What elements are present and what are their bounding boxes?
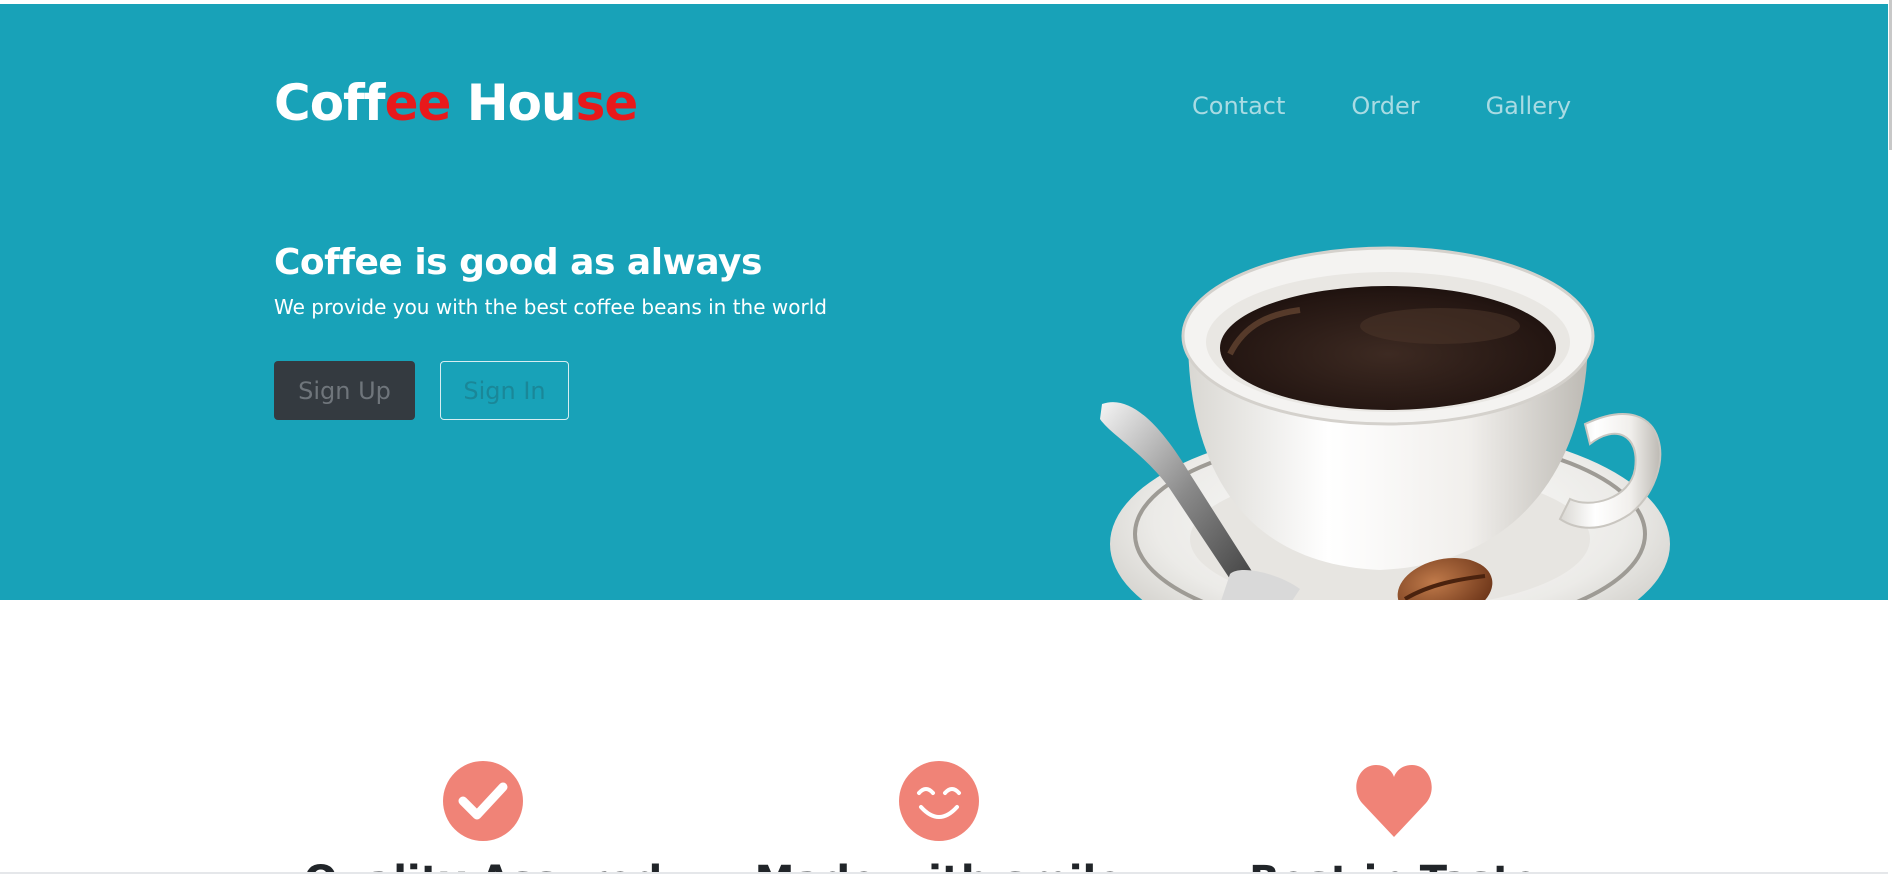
sign-in-button[interactable]: Sign In (440, 361, 569, 420)
brand-part-2: ee (384, 74, 452, 132)
brand-part-1: Coff (274, 74, 386, 132)
brand-part-4: se (575, 74, 639, 132)
nav-link-contact[interactable]: Contact (1192, 92, 1285, 120)
brand-logo[interactable]: Coffee House (274, 74, 639, 132)
main-nav: Contact Order Gallery (1192, 92, 1571, 120)
heart-icon (1356, 765, 1432, 837)
hero-title: Coffee is good as always (274, 242, 762, 283)
check-circle-icon (443, 761, 523, 841)
nav-link-order[interactable]: Order (1351, 92, 1419, 120)
coffee-cup-image (1100, 246, 1670, 600)
smile-icon (899, 761, 979, 841)
nav-link-gallery[interactable]: Gallery (1486, 92, 1571, 120)
sign-up-button[interactable]: Sign Up (274, 361, 415, 420)
page: Coffee House Contact Order Gallery Coffe… (0, 0, 1892, 883)
viewport-bottom-bar (0, 874, 1892, 883)
brand-part-3: Hou (450, 74, 577, 132)
page-scrollbar[interactable] (1888, 0, 1892, 883)
hero-section: Coffee House Contact Order Gallery Coffe… (0, 4, 1888, 600)
hero-subtitle: We provide you with the best coffee bean… (274, 295, 827, 319)
